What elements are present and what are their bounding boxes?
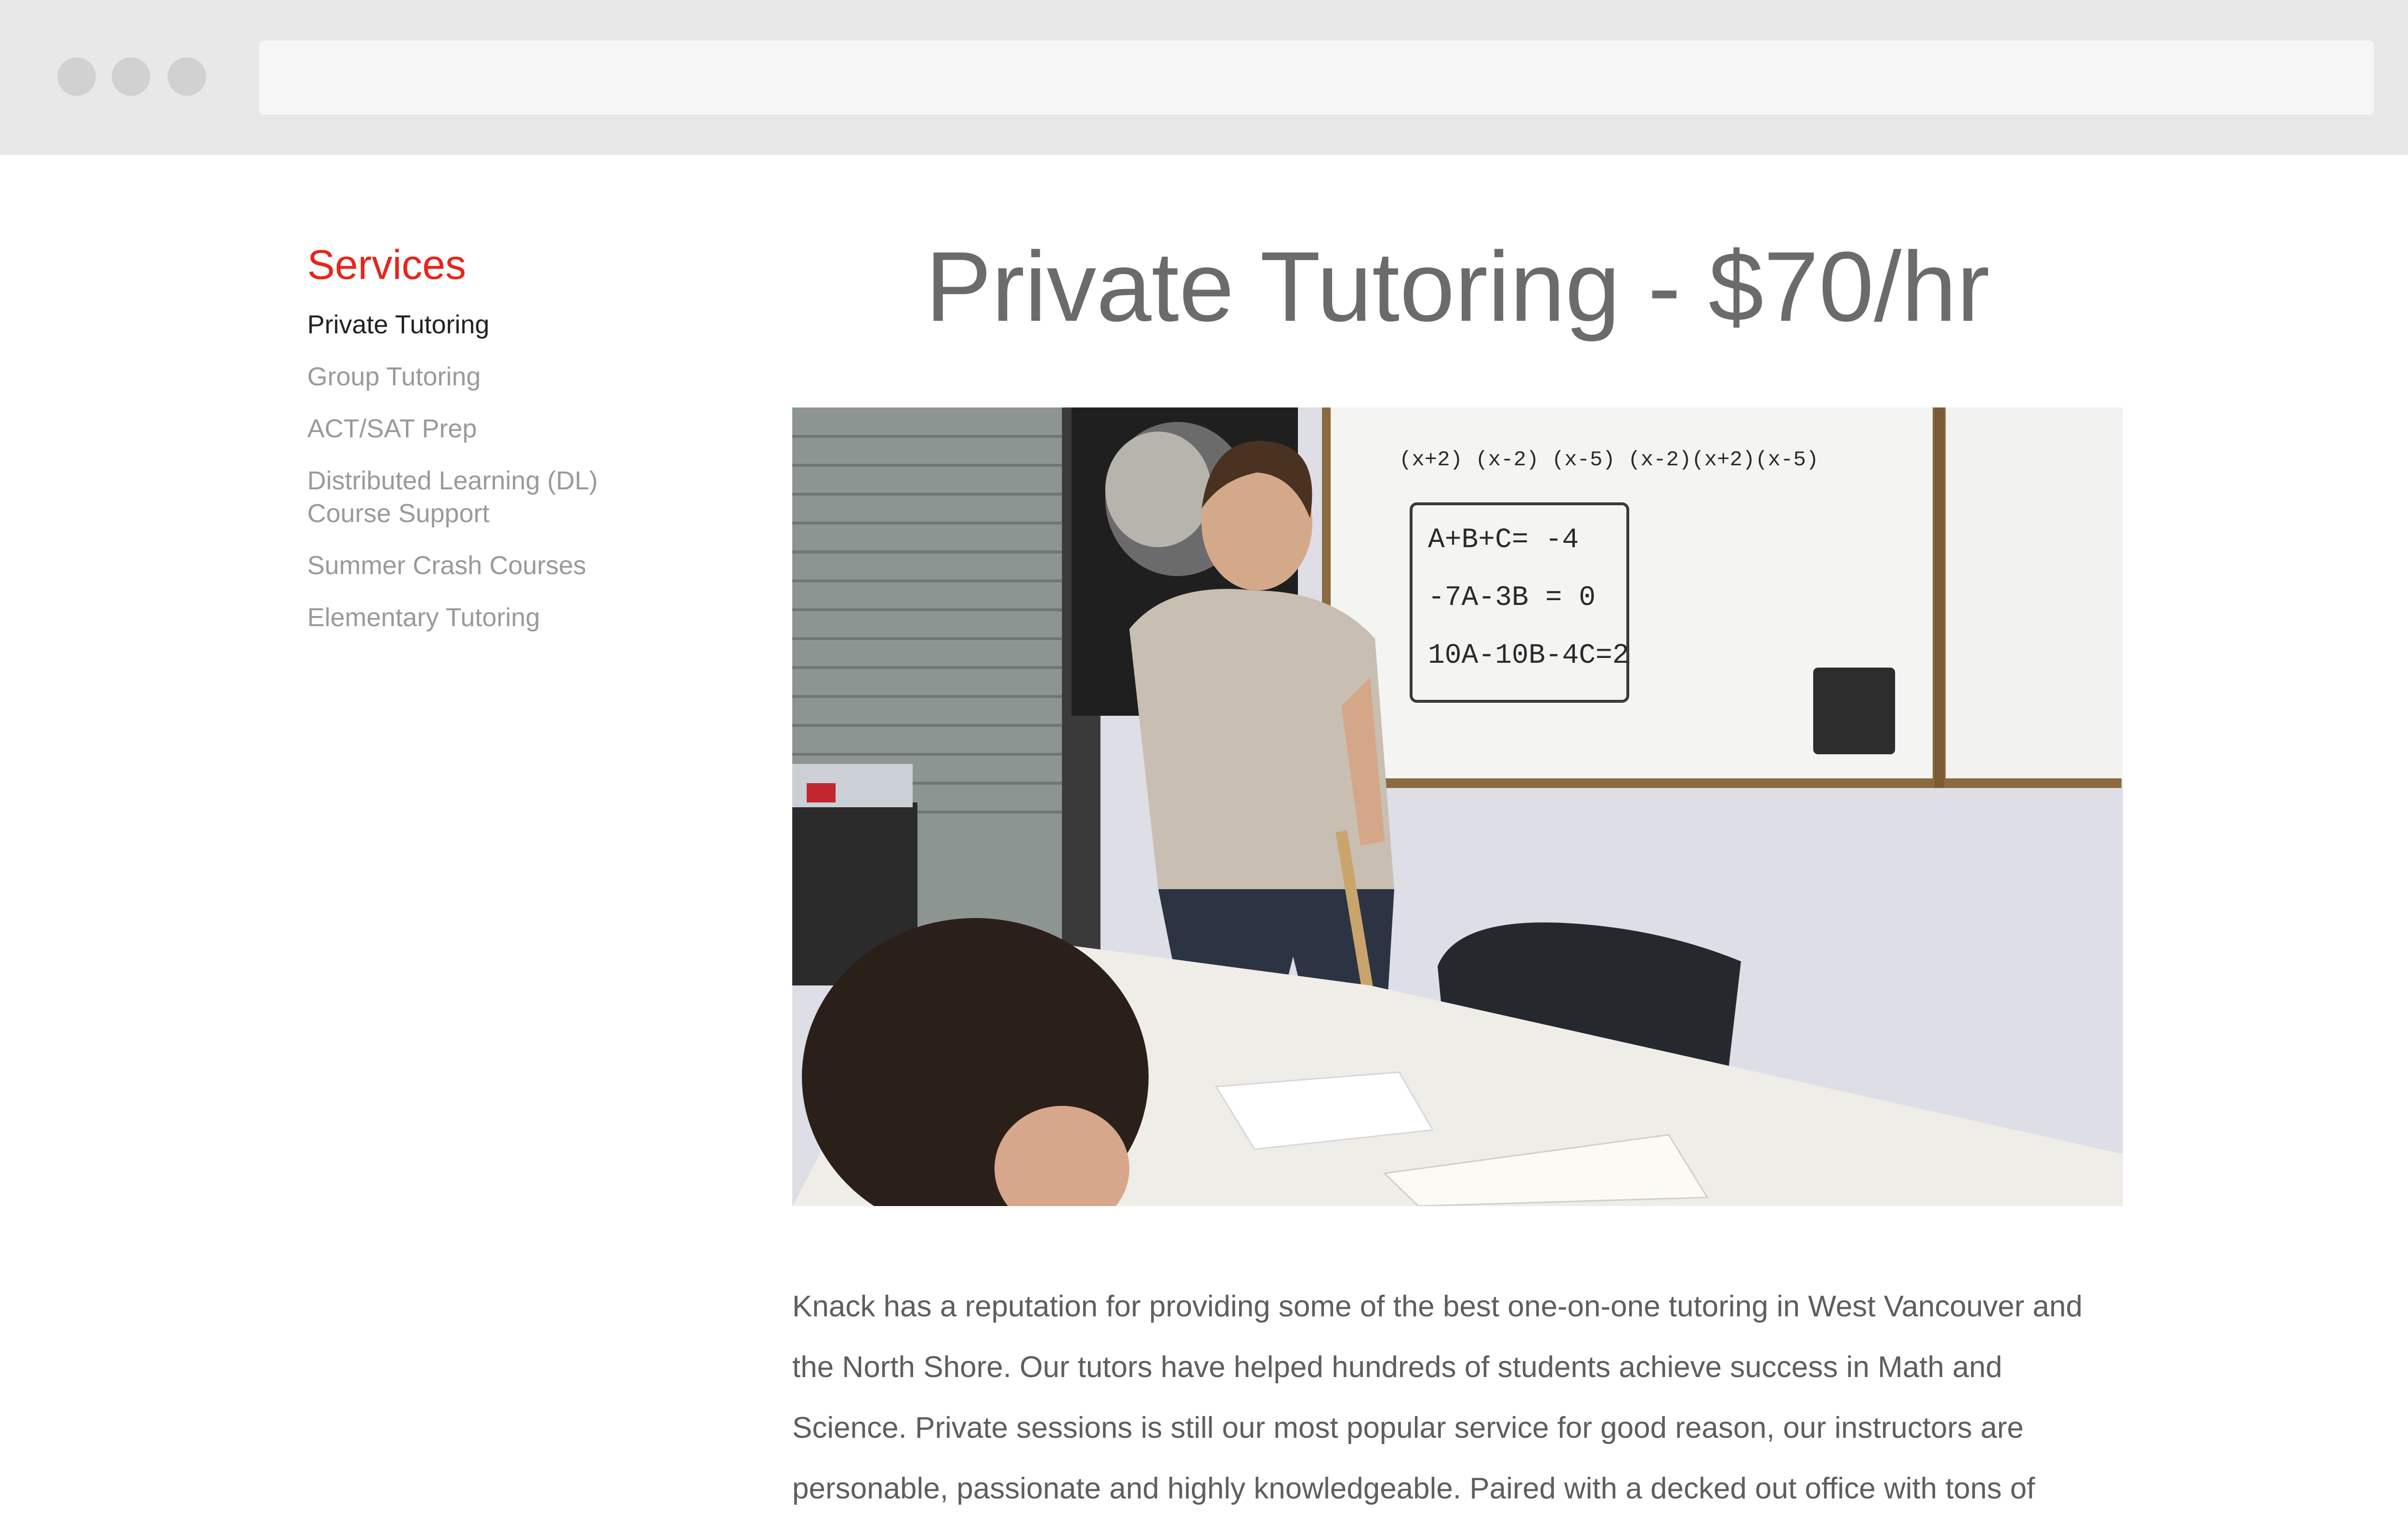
sidebar-title: Services xyxy=(307,242,466,288)
tutoring-photo-illustration: A+B+C= -4 -7A-3B = 0 10A-10B-4C=2 (x+2) … xyxy=(792,407,2123,1206)
sidebar-item-summer-crash-courses[interactable]: Summer Crash Courses xyxy=(307,549,741,582)
whiteboard-text-2: -7A-3B = 0 xyxy=(1428,582,1596,614)
window-close-dot[interactable] xyxy=(57,57,96,96)
sidebar-item-act-sat-prep[interactable]: ACT/SAT Prep xyxy=(307,412,741,445)
sidebar-item-group-tutoring[interactable]: Group Tutoring xyxy=(307,360,741,393)
main-content: Private Tutoring - $70/hr A+B+C= -4 -7A-… xyxy=(792,226,2123,1505)
sidebar-item-distributed-learning[interactable]: Distributed Learning (DL) Course Support xyxy=(307,464,741,530)
whiteboard-text-3: 10A-10B-4C=2 xyxy=(1428,640,1629,671)
hero-photo: A+B+C= -4 -7A-3B = 0 10A-10B-4C=2 (x+2) … xyxy=(792,407,2123,1206)
whiteboard-text-1: A+B+C= -4 xyxy=(1428,525,1579,556)
service-description: Knack has a reputation for providing som… xyxy=(792,1290,2083,1505)
sidebar-item-private-tutoring[interactable]: Private Tutoring xyxy=(307,308,741,341)
browser-chrome xyxy=(0,0,2408,155)
services-nav-list: Private Tutoring Group Tutoring ACT/SAT … xyxy=(307,308,741,634)
services-sidebar: Services Private Tutoring Group Tutoring… xyxy=(307,241,741,653)
whiteboard-text-top: (x+2) (x-2) (x-5) (x-2)(x+2)(x-5) xyxy=(1399,448,1819,472)
sidebar-item-elementary-tutoring[interactable]: Elementary Tutoring xyxy=(307,601,741,634)
page-title: Private Tutoring - $70/hr xyxy=(925,231,1990,342)
window-minimize-dot[interactable] xyxy=(112,57,150,96)
address-bar[interactable] xyxy=(259,40,2374,115)
window-maximize-dot[interactable] xyxy=(168,57,206,96)
